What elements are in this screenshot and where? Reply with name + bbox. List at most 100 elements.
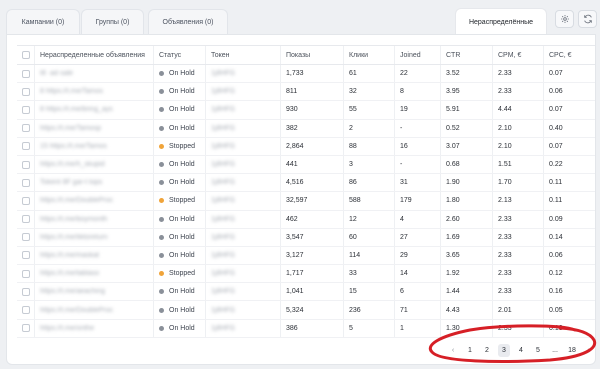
header-token[interactable]: Токен [206,46,281,64]
table-row[interactable]: https://t.me/aeaching On Hold 1j8HFG 1,041 1… [17,283,595,302]
cell-name[interactable]: https://t.me/Tamosp [35,119,154,137]
cell-name[interactable]: https://t.me/DoubleProc [35,192,154,210]
row-checkbox[interactable] [21,87,30,96]
row-checkbox[interactable] [21,287,30,296]
tab-ads[interactable]: Объявления (0) [148,9,228,34]
header-shows[interactable]: Показы [281,46,344,64]
row-checkbox[interactable] [21,269,30,278]
cell-token: 1j8HFG [206,301,281,319]
status-label: On Hold [169,106,195,114]
cell-clicks: 114 [344,246,395,265]
table-row[interactable]: 8 https://t.me/bring_ays On Hold 1j8HFG 930… [17,101,595,120]
table-row[interactable]: 15 https://t.me/Tamos Stopped 1j8HFG 2,864 8… [17,137,595,156]
cell-name[interactable]: https://t.me/tiktoreturn [35,228,154,246]
prev-page-button[interactable]: ‹ [447,344,459,357]
cell-cpm-text: 2.10 [498,142,512,150]
tab-unassigned[interactable]: Нераспределённые [455,8,547,35]
cell-name[interactable]: https://t.me/maskat [35,246,154,265]
cell-cpm-text: 2.33 [498,288,512,296]
row-checkbox[interactable] [21,142,30,151]
header-ctr[interactable]: CTR [441,46,493,64]
select-all-checkbox[interactable] [21,51,30,59]
header-clicks[interactable]: Клики [344,46,395,64]
cell-cpc-text: 0.07 [549,142,563,150]
row-checkbox[interactable] [21,306,30,315]
cell-cpm-text: 2.33 [498,233,512,241]
header-cpc[interactable]: CPC, € [544,46,595,64]
page-5-button[interactable]: 5 [532,344,544,357]
table-row[interactable]: https://t.me/DoubleProc Stopped 1j8HFG 32,5… [17,192,595,211]
cell-clicks: 60 [344,228,395,246]
cell-name[interactable]: 8 https://t.me/Tamos [35,83,154,101]
tab-campaigns[interactable]: Кампании (0) [6,9,80,34]
cell-ctr-text: 1.80 [446,197,460,205]
table-row[interactable]: https://t.me/onthe On Hold 1j8HFG 386 5 1 1.30… [17,319,595,338]
status-label: On Hold [169,124,195,132]
row-checkbox[interactable] [21,69,30,78]
page-last-button[interactable]: 18 [566,344,578,357]
cell-name[interactable]: https://t.me/boymonth [35,210,154,228]
row-checkbox[interactable] [21,215,30,224]
row-checkbox[interactable] [21,124,30,133]
cell-clicks-text: 55 [349,106,357,114]
cell-name[interactable]: https://t.me/aeaching [35,283,154,301]
settings-button[interactable] [555,10,574,28]
row-checkbox[interactable] [21,178,30,187]
row-checkbox[interactable] [21,196,30,205]
cell-name[interactable]: https://t.me/h_skupid [35,155,154,174]
cell-cpm: 2.10 [493,119,544,137]
cell-name[interactable]: 8 https://t.me/bring_ays [35,101,154,119]
table-row[interactable]: https://t.me/tiktoreturn On Hold 1j8HFG 3,5… [17,228,595,247]
cell-ctr-text: 3.07 [446,142,460,150]
pagination-ellipsis: ... [552,346,558,354]
cell-cpc-text: 0.07 [549,70,563,78]
table-row[interactable]: https://t.me/tablaso Stopped 1j8HFG 1,717 33… [17,265,595,284]
table-row[interactable]: t8 ·ad·sale On Hold 1j8HFG 1,733 61 22 3.52 2.3… [17,65,595,84]
header-cpm[interactable]: CPM, € [493,46,544,64]
row-checkbox[interactable] [21,105,30,114]
cell-joined-text: 22 [400,70,408,78]
table-row[interactable]: https://t.me/Tamosp On Hold 1j8HFG 382 2 - 0.5… [17,119,595,138]
cell-name[interactable]: 15 https://t.me/Tamos [35,137,154,155]
cell-name[interactable]: https://t.me/tablaso [35,265,154,283]
tab-groups[interactable]: Группы (0) [81,9,144,34]
table-row[interactable]: https://t.me/h_skupid On Hold 1j8HFG 441 3 - 0… [17,155,595,175]
header-joined[interactable]: Joined [395,46,441,64]
cell-ctr: 1.30 [441,319,493,337]
cell-shows-text: 4,516 [286,179,304,187]
row-checkbox[interactable] [21,251,30,260]
table-row[interactable]: https://t.me/DoubleProc On Hold 1j8HFG 5,32… [17,301,595,320]
cell-cpc-text: 0.14 [549,233,563,241]
page-1-button[interactable]: 1 [464,344,476,357]
row-checkbox[interactable] [21,233,30,242]
table-row[interactable]: https://t.me/boymonth On Hold 1j8HFG 462 12 4… [17,210,595,229]
status-label: On Hold [169,233,195,241]
row-checkbox[interactable] [21,324,30,333]
header-name[interactable]: Нераспределенные объявления [35,46,154,64]
status-badge: Stopped [159,143,195,150]
table-row[interactable]: Tokent 8F gar-t tops On Hold 1j8HFG 4,516 86… [17,174,595,193]
cell-name[interactable]: Tokent 8F gar-t tops [35,174,154,192]
cell-ctr-text: 0.52 [446,124,460,132]
row-checkbox[interactable] [21,160,30,169]
header-status[interactable]: Статус [154,46,206,64]
next-page-button[interactable]: › [583,344,595,357]
table-row[interactable]: 8 https://t.me/Tamos On Hold 1j8HFG 811 32 8 3… [17,83,595,102]
cell-name[interactable]: https://t.me/DoubleProc [35,301,154,319]
cell-ctr-text: 1.30 [446,324,460,332]
cell-cpc-text: 0.16 [549,288,563,296]
cell-name[interactable]: t8 ·ad·sale [35,65,154,83]
refresh-button[interactable] [578,10,597,28]
status-dot-icon [159,107,164,113]
cell-ctr: 1.44 [441,283,493,301]
table-row[interactable]: https://t.me/maskat On Hold 1j8HFG 3,127 114… [17,246,595,266]
page-3-button[interactable]: 3 [498,343,510,357]
page-4-button[interactable]: 4 [515,344,527,357]
cell-clicks-text: 88 [349,142,357,150]
cell-name[interactable]: https://t.me/onthe [35,319,154,337]
cell-cpm-text: 2.33 [498,88,512,96]
cell-ctr: 1.80 [441,192,493,210]
cell-joined: 16 [395,137,441,155]
cell-clicks-text: 114 [349,251,361,259]
page-2-button[interactable]: 2 [481,344,493,357]
